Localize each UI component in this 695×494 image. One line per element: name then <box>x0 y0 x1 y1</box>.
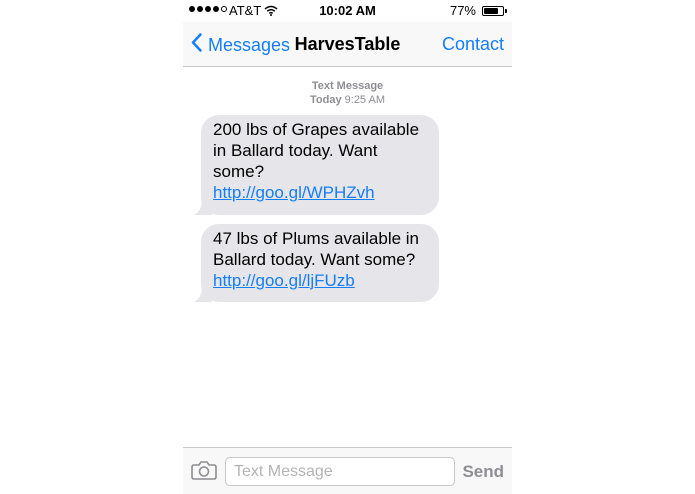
contact-button[interactable]: Contact <box>442 34 504 55</box>
navigation-bar: Messages HarvesTable Contact <box>183 22 512 67</box>
message-text: 47 lbs of Plums available in Ballard tod… <box>213 229 420 269</box>
message-link[interactable]: http://goo.gl/ljFUzb <box>213 271 355 290</box>
message-composer: Send <box>183 447 512 494</box>
conversation-view[interactable]: Text Message Today 9:25 AM 200 lbs of Gr… <box>183 67 512 447</box>
send-button[interactable]: Send <box>462 462 504 482</box>
battery-percent: 77% <box>449 3 476 18</box>
message-link[interactable]: http://goo.gl/WPHZvh <box>213 183 375 202</box>
incoming-message-bubble[interactable]: 200 lbs of Grapes available in Ballard t… <box>194 115 439 215</box>
bubble-tail-icon <box>194 286 212 302</box>
message-timestamp: Text Message Today 9:25 AM <box>183 79 512 107</box>
bubble-tail-icon <box>194 199 212 215</box>
back-button[interactable]: Messages <box>191 33 290 57</box>
battery-icon <box>482 6 507 16</box>
chevron-left-icon <box>191 33 208 57</box>
status-bar: AT&T 10:02 AM 77% <box>183 0 512 22</box>
message-service-label: Text Message <box>311 80 384 92</box>
back-button-label: Messages <box>208 34 291 55</box>
message-time: 9:25 AM <box>344 94 385 106</box>
message-input[interactable] <box>225 457 455 486</box>
incoming-message-bubble[interactable]: 47 lbs of Plums available in Ballard tod… <box>194 224 439 302</box>
message-day: Today <box>310 94 342 106</box>
phone-screen: AT&T 10:02 AM 77% Messages HarvesTable C… <box>183 0 512 494</box>
message-text: 200 lbs of Grapes available in Ballard t… <box>213 120 420 181</box>
camera-icon[interactable] <box>191 460 217 485</box>
